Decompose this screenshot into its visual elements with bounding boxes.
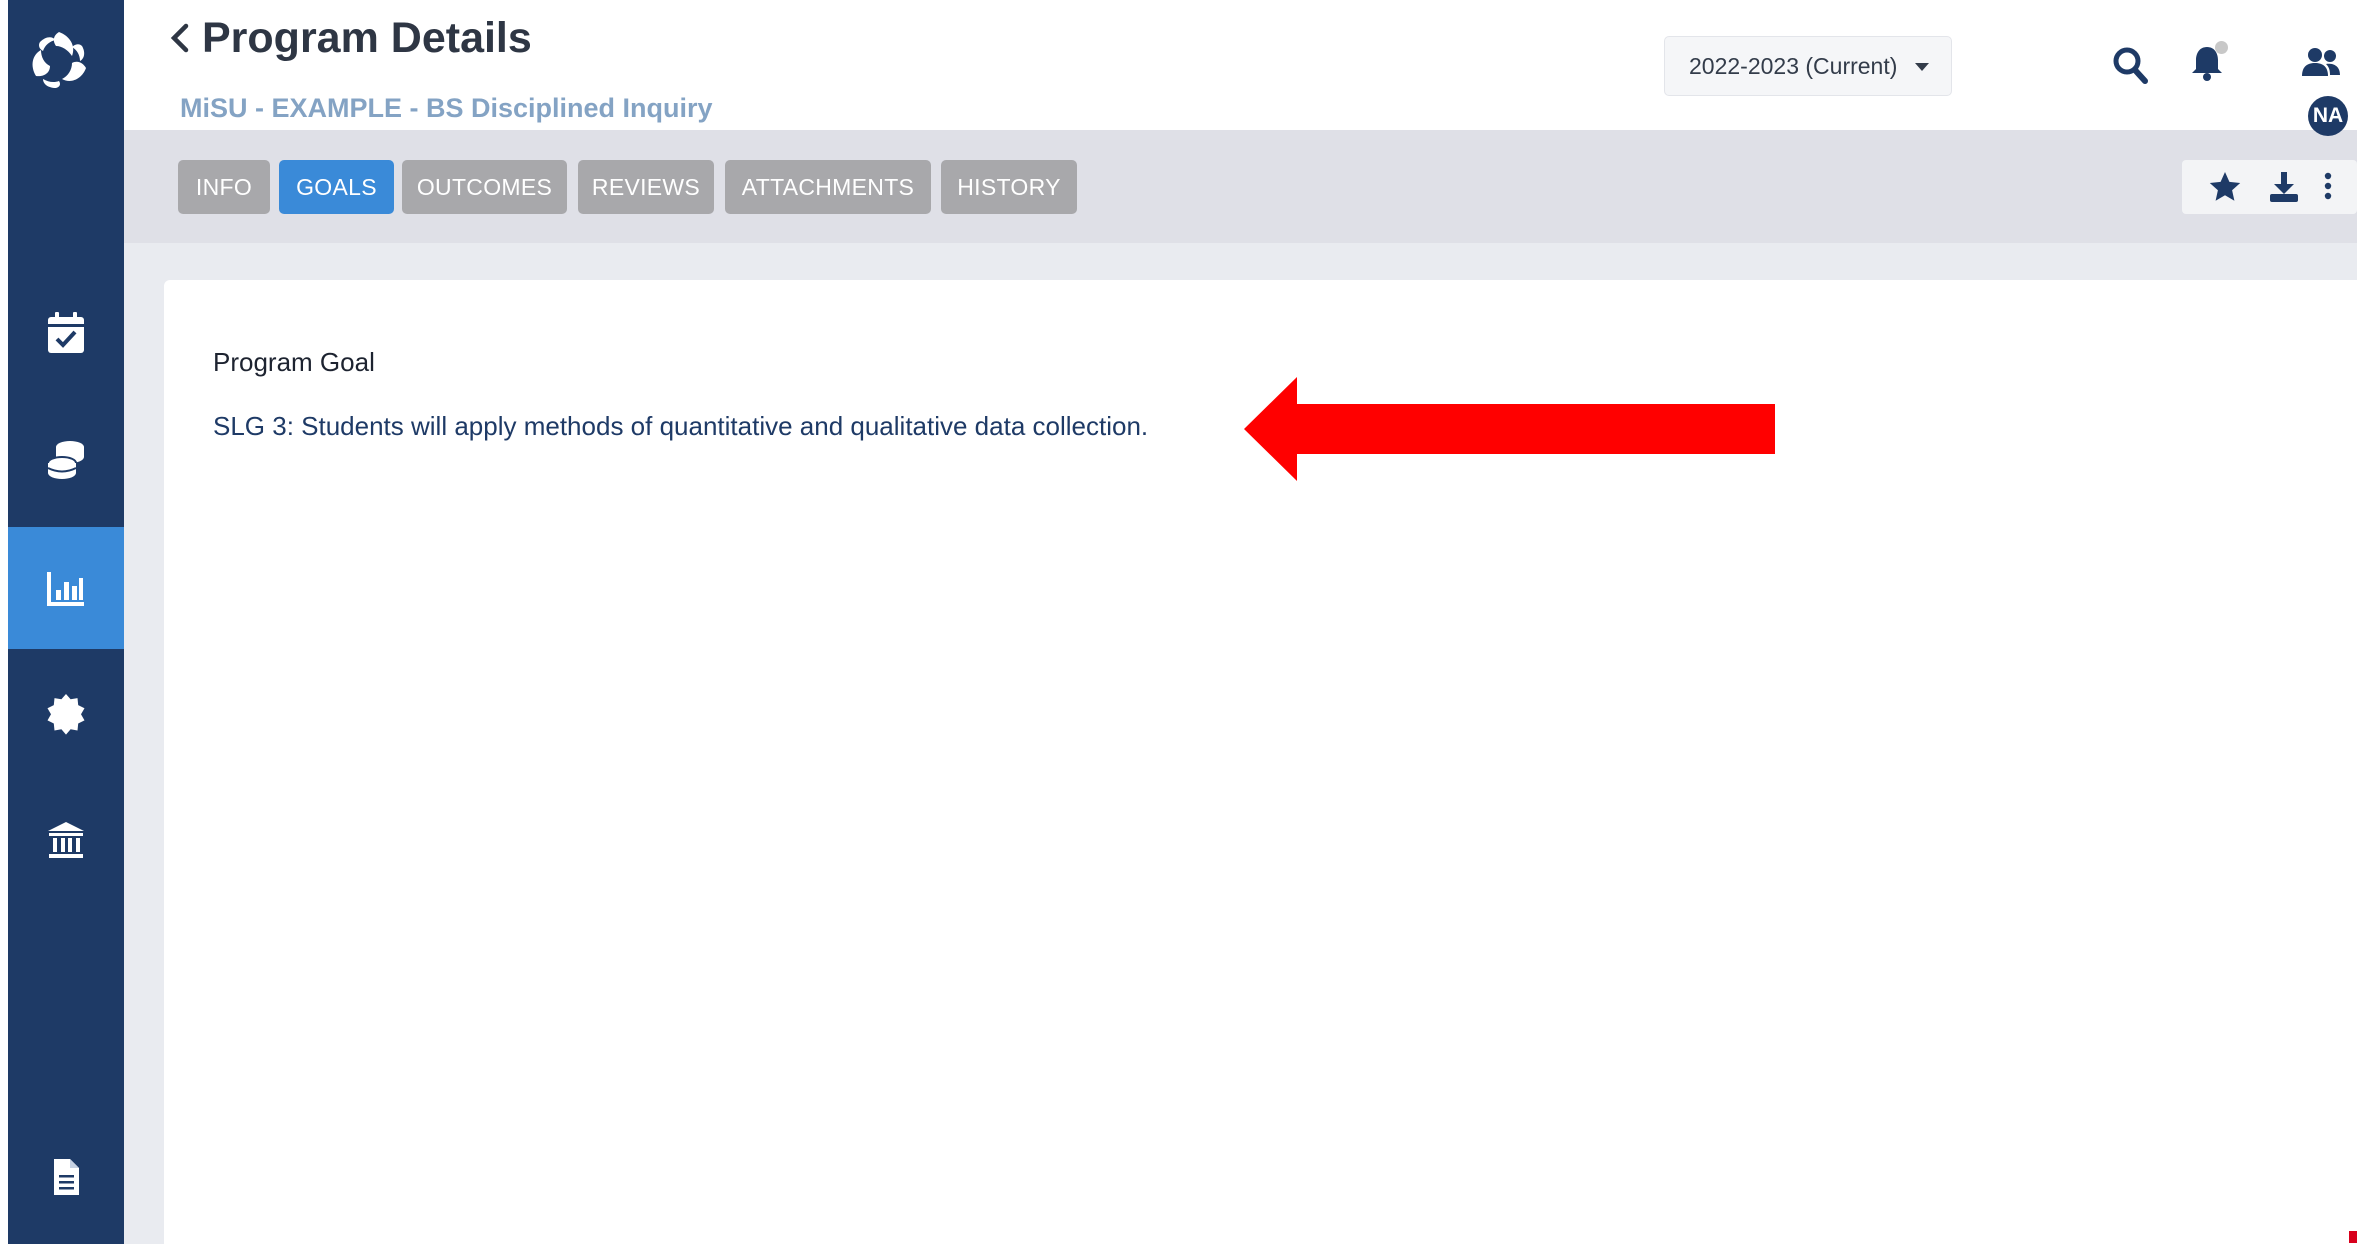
notification-dot	[2215, 41, 2228, 54]
app-logo-icon[interactable]	[26, 28, 92, 94]
program-goal-text[interactable]: SLG 3: Students will apply methods of qu…	[213, 410, 1148, 442]
sidebar-item-documents[interactable]	[8, 1116, 124, 1238]
sidebar-item-finance[interactable]	[8, 398, 124, 520]
chevron-left-icon[interactable]	[164, 18, 194, 58]
page-subtitle: MiSU - EXAMPLE - BS Disciplined Inquiry	[180, 93, 713, 123]
academic-year-value: 2022-2023 (Current)	[1689, 52, 1898, 79]
tab-reviews[interactable]: REVIEWS	[578, 160, 714, 214]
chart-bar-icon	[47, 572, 84, 606]
program-goal-label: Program Goal	[213, 347, 375, 377]
annotation-arrow	[1244, 377, 1775, 481]
tab-outcomes[interactable]: OUTCOMES	[402, 160, 567, 214]
users-icon[interactable]	[2300, 46, 2342, 80]
avatar[interactable]: NA	[2308, 96, 2348, 136]
coins-icon	[47, 441, 84, 479]
institution-icon	[48, 822, 84, 858]
document-icon	[54, 1159, 79, 1195]
page-title: Program Details	[202, 14, 532, 62]
more-vertical-icon[interactable]	[2322, 170, 2334, 204]
page-header: Program Details MiSU - EXAMPLE - BS Disc…	[124, 0, 2357, 130]
tab-history[interactable]: HISTORY	[941, 160, 1077, 214]
sidebar	[0, 0, 124, 1244]
tab-attachments[interactable]: ATTACHMENTS	[725, 160, 931, 214]
caret-down-icon	[1915, 63, 1929, 71]
sidebar-item-certification[interactable]	[8, 653, 124, 775]
sidebar-item-analytics[interactable]	[8, 527, 124, 649]
star-icon[interactable]	[2208, 170, 2242, 204]
badge-icon	[47, 694, 85, 735]
search-icon[interactable]	[2112, 46, 2148, 84]
sidebar-item-calendar[interactable]	[8, 272, 124, 394]
tab-info[interactable]: INFO	[178, 160, 270, 214]
page-toolbar	[2182, 160, 2357, 214]
download-icon[interactable]	[2268, 170, 2300, 204]
tab-goals[interactable]: GOALS	[279, 160, 394, 214]
sidebar-item-institution[interactable]	[8, 780, 124, 902]
academic-year-select[interactable]: 2022-2023 (Current)	[1664, 36, 1952, 96]
calendar-check-icon	[48, 312, 84, 353]
corner-mark	[2349, 1231, 2357, 1243]
